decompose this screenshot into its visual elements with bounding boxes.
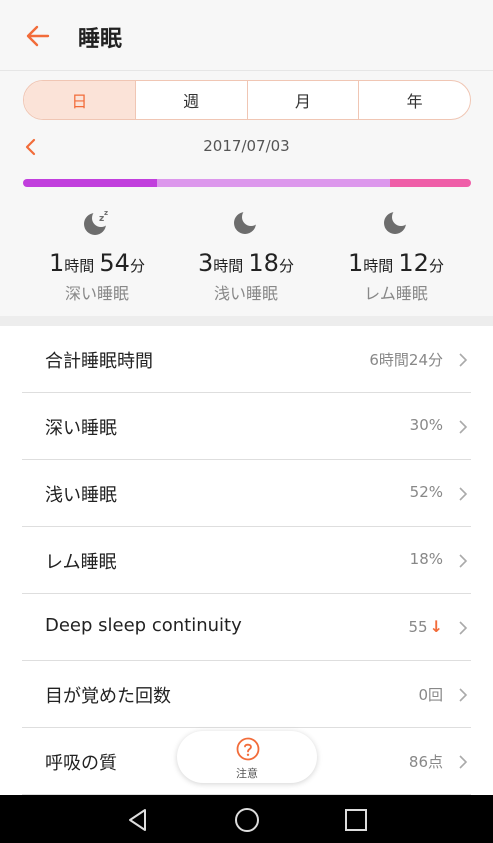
list-item-light-sleep[interactable]: 浅い睡眠 52%	[22, 460, 471, 527]
chevron-right-icon	[459, 487, 468, 501]
stage-label: 浅い睡眠	[213, 284, 278, 303]
nav-home-icon[interactable]	[234, 807, 260, 833]
list-item-total-sleep[interactable]: 合計睡眠時間 6時間24分	[22, 326, 471, 393]
sleep-stage-bar	[23, 179, 471, 187]
period-tabs: 日 週 月 年	[23, 80, 471, 120]
stage-light: 3時間 18分 浅い睡眠	[166, 207, 326, 304]
list-item-wake-count[interactable]: 目が覚めた回数 0回	[22, 661, 471, 728]
notice-button[interactable]: 注意	[177, 731, 317, 783]
nav-recents-icon[interactable]	[343, 807, 369, 833]
date-label: 2017/07/03	[203, 137, 290, 155]
nav-back-icon[interactable]	[125, 807, 151, 833]
stage-rem: 1時間 12分 レム睡眠	[316, 207, 476, 304]
back-arrow-icon[interactable]	[24, 22, 52, 50]
svg-text:z: z	[104, 209, 108, 217]
chevron-right-icon	[459, 420, 468, 434]
sleep-summary: 日 週 月 年 2017/07/03 z z 1時間 54分 深い睡眠 3時間 …	[0, 70, 493, 316]
list-item-deep-sleep-continuity[interactable]: Deep sleep continuity 55 ↓	[22, 594, 471, 661]
stage-label: レム睡眠	[364, 284, 428, 303]
metrics-list: 合計睡眠時間 6時間24分 深い睡眠 30% 浅い睡眠 52% レム睡眠 18%…	[0, 326, 493, 795]
section-divider	[0, 316, 493, 326]
moon-icon	[384, 208, 410, 234]
stage-deep: z z 1時間 54分 深い睡眠	[17, 207, 177, 304]
system-nav-bar	[0, 795, 493, 843]
list-item-deep-sleep[interactable]: 深い睡眠 30%	[22, 393, 471, 460]
stage-label: 深い睡眠	[64, 284, 129, 303]
stage-duration: 1時間 54分	[49, 249, 145, 277]
app-bar: 睡眠	[0, 0, 493, 70]
chevron-right-icon	[459, 554, 468, 568]
tab-day[interactable]: 日	[24, 81, 135, 119]
stage-duration: 1時間 12分	[348, 249, 444, 277]
list-item-rem-sleep[interactable]: レム睡眠 18%	[22, 527, 471, 594]
trend-down-icon: ↓	[429, 617, 443, 636]
chevron-right-icon	[459, 621, 468, 635]
sleep-bar-segment	[390, 179, 471, 187]
page-title: 睡眠	[78, 27, 123, 52]
sleep-bar-segment	[23, 179, 158, 187]
chevron-right-icon	[459, 353, 468, 367]
moon-zzz-icon: z z	[84, 209, 110, 235]
chevron-right-icon	[459, 755, 468, 769]
continuity-value: 55 ↓	[408, 617, 444, 636]
tab-week[interactable]: 週	[134, 81, 247, 119]
tab-year[interactable]: 年	[358, 81, 470, 119]
chevron-right-icon	[459, 688, 468, 702]
stage-duration: 3時間 18分	[198, 249, 294, 277]
question-circle-icon	[236, 737, 260, 761]
tab-month[interactable]: 月	[246, 81, 359, 119]
sleep-bar-segment	[157, 179, 391, 187]
moon-icon	[234, 208, 260, 234]
